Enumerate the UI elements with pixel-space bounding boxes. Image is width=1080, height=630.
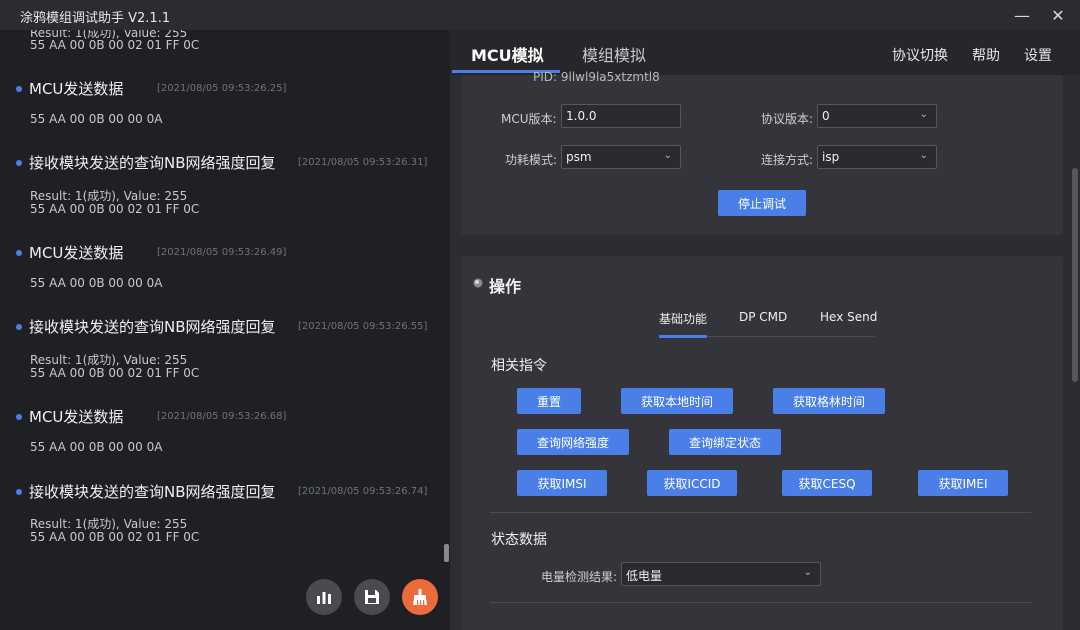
get-cesq-button[interactable]: 获取CESQ	[782, 470, 872, 496]
get-iccid-button[interactable]: 获取ICCID	[647, 470, 737, 496]
log-timestamp: [2021/08/05 09:53:26.74]	[298, 486, 428, 497]
power-mode-label: 功耗模式:	[505, 153, 558, 167]
tab-module-simulation[interactable]: 模组模拟	[582, 42, 646, 66]
chart-button[interactable]	[306, 579, 342, 615]
log-line: 55 AA 00 0B 00 00 0A	[30, 112, 163, 126]
log-scrollbar[interactable]	[444, 544, 449, 562]
protocol-version-label: 协议版本:	[761, 112, 814, 126]
log-line: 55 AA 00 0B 00 02 01 FF 0C	[30, 38, 200, 52]
close-button[interactable]: ✕	[1042, 0, 1074, 30]
get-imsi-button[interactable]: 获取IMSI	[517, 470, 607, 496]
clear-icon	[413, 589, 427, 605]
log-entry-title: 接收模块发送的查询NB网络强度回复	[16, 481, 276, 502]
connect-mode-select[interactable]: isp ⌄	[817, 145, 937, 169]
bullet-icon	[16, 85, 22, 92]
battery-result-value: 低电量	[626, 569, 663, 583]
mcu-version-input[interactable]: 1.0.0	[561, 104, 681, 128]
log-entry-title: 接收模块发送的查询NB网络强度回复	[16, 152, 276, 173]
get-imei-button[interactable]: 获取IMEI	[918, 470, 1008, 496]
active-sub-tab-indicator	[659, 335, 707, 338]
log-timestamp: [2021/08/05 09:53:26.49]	[157, 247, 287, 258]
power-mode-value: psm	[566, 150, 592, 164]
chevron-down-icon: ⌄	[663, 150, 672, 161]
tab-dp-cmd[interactable]: DP CMD	[739, 310, 787, 324]
chevron-down-icon: ⌄	[919, 150, 928, 161]
log-line: 55 AA 00 0B 00 00 0A	[30, 440, 163, 454]
protocol-version-select[interactable]: 0 ⌄	[817, 104, 937, 128]
query-signal-button[interactable]: 查询网络强度	[517, 429, 629, 455]
bullet-icon	[16, 323, 22, 330]
tab-hex-send[interactable]: Hex Send	[820, 310, 877, 324]
config-card: PID: 9llwl9la5xtzmtl8 MCU版本: 1.0.0 协议版本:…	[461, 70, 1063, 235]
settings-link[interactable]: 设置	[1024, 45, 1052, 65]
log-line: 55 AA 00 0B 00 02 01 FF 0C	[30, 530, 200, 544]
right-scrollbar[interactable]	[1072, 168, 1078, 382]
bullet-icon	[16, 249, 22, 256]
get-local-time-button[interactable]: 获取本地时间	[621, 388, 733, 414]
log-timestamp: [2021/08/05 09:53:26.68]	[157, 411, 287, 422]
clear-button[interactable]	[402, 579, 438, 615]
connect-mode-value: isp	[822, 150, 840, 164]
log-line: 55 AA 00 0B 00 02 01 FF 0C	[30, 202, 200, 216]
protocol-version-value: 0	[822, 109, 830, 123]
section-dot-icon	[473, 278, 483, 288]
help-link[interactable]: 帮助	[972, 45, 1000, 65]
battery-result-select[interactable]: 低电量 ⌄	[621, 562, 821, 586]
right-panel: MCU模拟 模组模拟 协议切换 帮助 设置 PID: 9llwl9la5xtzm…	[450, 30, 1080, 630]
section-divider	[490, 602, 1031, 603]
status-data-title: 状态数据	[491, 532, 547, 548]
log-panel[interactable]: Result: 1(成功), Value: 255 55 AA 00 0B 00…	[0, 30, 450, 630]
battery-result-label: 电量检测结果:	[541, 570, 618, 584]
close-icon: ✕	[1051, 5, 1065, 25]
connect-mode-label: 连接方式:	[761, 153, 814, 167]
pid-label: PID: 9llwl9la5xtzmtl8	[533, 70, 660, 84]
mcu-version-label: MCU版本:	[501, 112, 557, 126]
section-divider	[490, 512, 1031, 513]
log-entry-title: MCU发送数据	[16, 242, 123, 263]
bullet-icon	[16, 413, 22, 420]
log-entry-title: 接收模块发送的查询NB网络强度回复	[16, 316, 276, 337]
minimize-button[interactable]: —	[1006, 0, 1038, 30]
operation-title: 操作	[489, 277, 522, 296]
minimize-icon: —	[1014, 5, 1030, 25]
log-entry-title: MCU发送数据	[16, 78, 123, 99]
bullet-icon	[16, 488, 22, 495]
chevron-down-icon: ⌄	[919, 109, 928, 120]
log-line: 55 AA 00 0B 00 00 0A	[30, 276, 163, 290]
title-bar: 涂鸦模组调试助手 V2.1.1 — ✕	[0, 0, 1080, 30]
save-icon	[365, 590, 379, 604]
app-title: 涂鸦模组调试助手 V2.1.1	[20, 11, 171, 26]
chevron-down-icon: ⌄	[803, 567, 812, 578]
commands-title: 相关指令	[491, 358, 547, 374]
log-timestamp: [2021/08/05 09:53:26.31]	[298, 157, 428, 168]
tab-basic-functions[interactable]: 基础功能	[659, 310, 707, 327]
get-gmt-time-button[interactable]: 获取格林时间	[773, 388, 885, 414]
query-bind-status-button[interactable]: 查询绑定状态	[669, 429, 781, 455]
power-mode-select[interactable]: psm ⌄	[561, 145, 681, 169]
log-timestamp: [2021/08/05 09:53:26.55]	[298, 321, 428, 332]
top-tab-bar: MCU模拟 模组模拟 协议切换 帮助 设置	[450, 30, 1080, 75]
chart-icon	[317, 592, 331, 604]
operation-card: 操作 基础功能 DP CMD Hex Send 相关指令 重置 获取本地时间 获…	[461, 256, 1063, 630]
log-entry-title: MCU发送数据	[16, 406, 123, 427]
log-timestamp: [2021/08/05 09:53:26.25]	[157, 83, 287, 94]
stop-debug-button[interactable]: 停止调试	[718, 190, 806, 216]
tab-mcu-simulation[interactable]: MCU模拟	[471, 42, 544, 66]
save-button[interactable]	[354, 579, 390, 615]
protocol-switch-link[interactable]: 协议切换	[892, 45, 948, 65]
bullet-icon	[16, 159, 22, 166]
log-line: 55 AA 00 0B 00 02 01 FF 0C	[30, 366, 200, 380]
reset-button[interactable]: 重置	[517, 388, 581, 414]
